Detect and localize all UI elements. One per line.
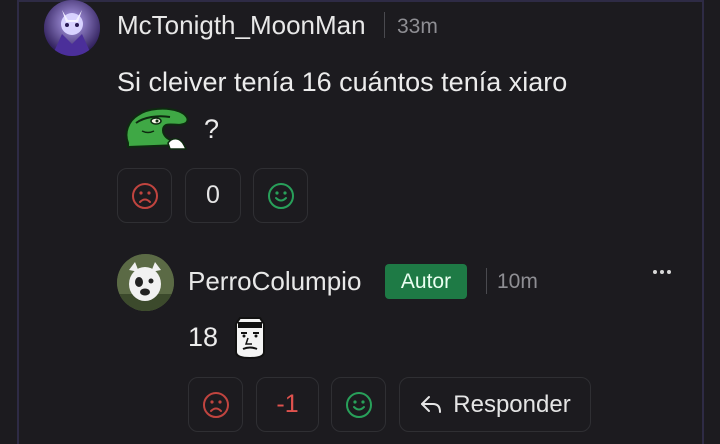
frown-icon [131, 182, 158, 209]
comment-trailing-text: ? [204, 114, 220, 144]
reply-downvote-button[interactable] [188, 377, 243, 432]
reply-upvote-button[interactable] [331, 377, 386, 432]
avatar[interactable] [44, 0, 100, 56]
reply-button[interactable]: Responder [399, 377, 591, 432]
thread-border-left [17, 0, 19, 444]
downvote-button[interactable] [117, 168, 172, 223]
thread-border-top [17, 0, 704, 2]
reply-timestamp: 10m [497, 270, 538, 293]
reply-text: 18 [188, 322, 219, 352]
timestamp: 33m [397, 15, 438, 38]
more-dots-icon[interactable] [646, 262, 678, 282]
comment-text: Si cleiver tenía 16 cuántos tenía xiaro [117, 67, 568, 97]
frown-icon [202, 391, 229, 418]
reply-vote-score: -1 [256, 377, 319, 432]
thread-border-right [702, 0, 704, 444]
reply-arrow-icon [421, 395, 442, 413]
separator [486, 268, 487, 294]
smile-icon [345, 391, 372, 418]
comment-thread: McTonigth_MoonMan 33m Si cleiver tenía 1… [0, 0, 720, 444]
reply-username[interactable]: PerroColumpio [188, 266, 361, 297]
separator [384, 12, 385, 38]
reply-button-label: Responder [453, 390, 571, 418]
upvote-button[interactable] [253, 168, 308, 223]
face-sticker-emote [232, 314, 268, 360]
reply-avatar[interactable] [117, 254, 174, 311]
vote-score: 0 [185, 168, 241, 223]
author-badge: Autor [385, 264, 467, 299]
username[interactable]: McTonigth_MoonMan [117, 10, 366, 41]
smile-icon [267, 182, 294, 209]
green-dinosaur-emote [122, 103, 192, 151]
